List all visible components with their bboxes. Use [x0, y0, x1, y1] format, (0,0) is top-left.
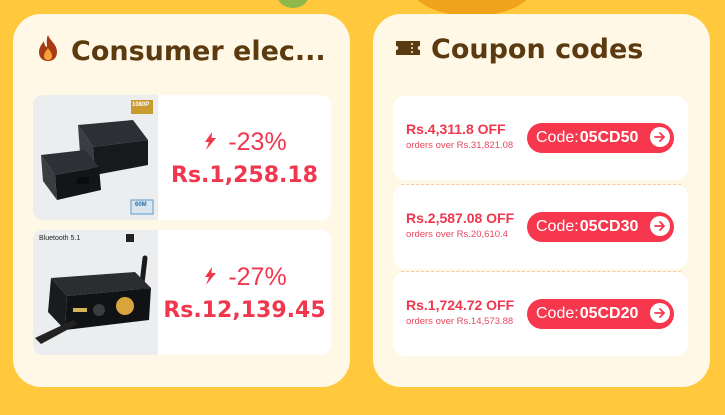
- discount-percent: -23%: [228, 127, 287, 156]
- deal-card-2[interactable]: Bluetooth 5.1 -27% Rs.12,139.45: [33, 230, 331, 355]
- code-value: 05CD50: [579, 129, 639, 146]
- coupon-off-amount: Rs.2,587.08 OFF: [406, 210, 515, 226]
- coupon-details: Rs.1,724.72 OFF orders over Rs.14,573.88: [406, 297, 514, 327]
- consumer-electronics-title-text: Consumer elec...: [71, 36, 326, 67]
- deal-price: Rs.12,139.45: [163, 297, 326, 323]
- fire-icon: [35, 34, 71, 69]
- coupon-codes-card[interactable]: Coupon codes Rs.4,311.8 OFF orders over …: [373, 14, 710, 387]
- coupon-minimum: orders over Rs.14,573.88: [406, 316, 514, 327]
- down-arrow-icon: [202, 263, 228, 292]
- coupon-item-3[interactable]: Rs.1,724.72 OFF orders over Rs.14,573.88…: [393, 272, 688, 356]
- coupon-item-2[interactable]: Rs.2,587.08 OFF orders over Rs.20,610.4 …: [393, 185, 688, 269]
- coupon-codes-title[interactable]: Coupon codes: [395, 34, 643, 65]
- coupon-details: Rs.4,311.8 OFF orders over Rs.31,821.08: [406, 121, 513, 151]
- discount-row: -23%: [202, 127, 287, 157]
- coupon-off-amount: Rs.4,311.8 OFF: [406, 121, 506, 137]
- code-label: Code:: [536, 218, 579, 235]
- coupon-code-button[interactable]: Code: 05CD30: [527, 212, 674, 242]
- discount-row: -27%: [202, 262, 287, 292]
- discount-percent: -27%: [228, 262, 287, 291]
- coupon-codes-title-text: Coupon codes: [431, 34, 644, 65]
- code-value: 05CD20: [579, 305, 639, 322]
- distance-badge: 60M: [135, 202, 147, 208]
- resolution-badge: 1080P: [132, 102, 150, 108]
- deal-card-1[interactable]: 1080P 60M -23% Rs.1,258.18: [33, 95, 331, 220]
- consumer-electronics-title[interactable]: Consumer elec...: [35, 34, 326, 69]
- code-value: 05CD30: [579, 218, 639, 235]
- product-image-bluetooth-amplifier[interactable]: Bluetooth 5.1: [33, 230, 158, 355]
- arrow-right-icon: [650, 127, 670, 147]
- coupon-details: Rs.2,587.08 OFF orders over Rs.20,610.4: [406, 210, 514, 240]
- ticket-icon: [395, 34, 431, 65]
- coupon-off-amount: Rs.1,724.72 OFF: [406, 297, 515, 313]
- coupon-item-1[interactable]: Rs.4,311.8 OFF orders over Rs.31,821.08 …: [393, 96, 688, 180]
- coupon-minimum: orders over Rs.20,610.4: [406, 229, 508, 240]
- code-label: Code:: [536, 129, 579, 146]
- code-label: Code:: [536, 305, 579, 322]
- consumer-electronics-card[interactable]: Consumer elec... 1080P 60M -23% Rs.1,258…: [13, 14, 350, 387]
- decoration-leaf: [278, 0, 308, 8]
- deal-info-1[interactable]: -23% Rs.1,258.18: [158, 95, 331, 220]
- coupon-code-button[interactable]: Code: 05CD50: [527, 123, 674, 153]
- down-arrow-icon: [202, 128, 228, 157]
- arrow-right-icon: [650, 216, 670, 236]
- product-image-hdmi-extender[interactable]: 1080P 60M: [33, 95, 158, 220]
- arrow-right-icon: [650, 303, 670, 323]
- coupon-minimum: orders over Rs.31,821.08: [406, 140, 514, 151]
- deal-info-2[interactable]: -27% Rs.12,139.45: [158, 230, 331, 355]
- bluetooth-version-label: Bluetooth 5.1: [39, 235, 81, 242]
- deal-price: Rs.1,258.18: [171, 162, 318, 188]
- coupon-code-button[interactable]: Code: 05CD20: [527, 299, 674, 329]
